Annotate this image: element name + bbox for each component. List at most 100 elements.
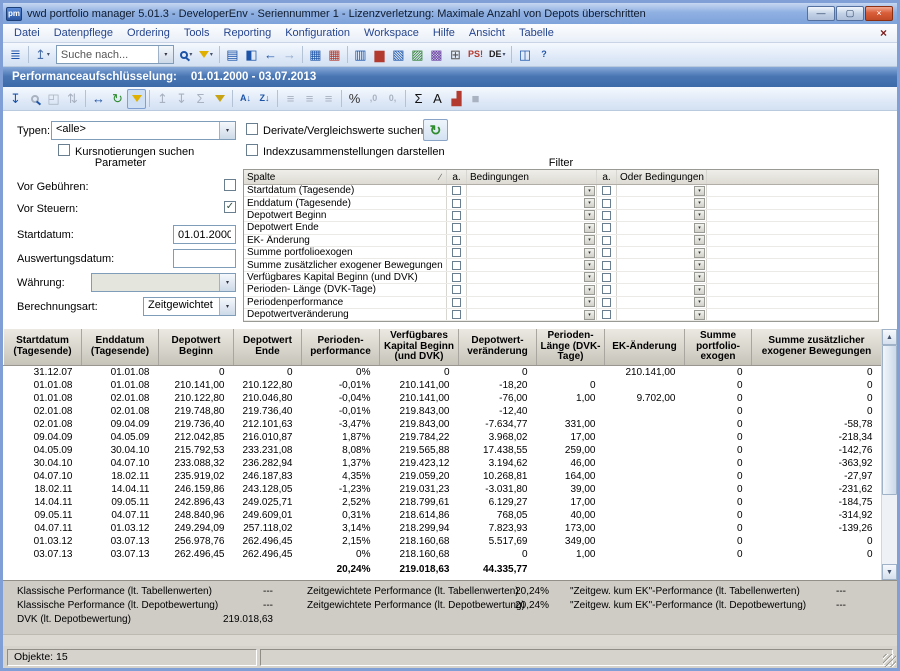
resize-grip-icon[interactable] — [883, 654, 896, 667]
filter-condition-select[interactable]: ▾ — [467, 247, 597, 258]
chevron-down-icon[interactable]: ▾ — [584, 272, 595, 282]
fit-column-width-icon[interactable]: ↔ — [89, 89, 108, 109]
filter-header-and1[interactable]: a. — [447, 170, 467, 184]
table-row[interactable]: 01.01.0801.01.08210.141,00210.122,80-0,0… — [4, 379, 882, 392]
search-icon[interactable]: ▾ — [177, 45, 196, 65]
filter-header-oder[interactable]: Oder Bedingungen — [617, 170, 707, 184]
filter-condition-select[interactable]: ▾ — [467, 272, 597, 283]
column-header-7[interactable]: Perioden-Länge (DVK-Tage) — [537, 329, 605, 365]
filter-or-checkbox[interactable] — [602, 223, 611, 232]
chevron-down-icon[interactable]: ▾ — [219, 298, 235, 315]
sum-icon[interactable]: Σ — [409, 89, 428, 109]
waehrung-select[interactable]: ▾ — [91, 273, 236, 292]
menu-reporting[interactable]: Reporting — [217, 25, 279, 41]
startdatum-input[interactable] — [173, 225, 236, 244]
filter-or-checkbox[interactable] — [602, 285, 611, 294]
vertical-scrollbar[interactable]: ▲ ▼ — [881, 329, 897, 580]
filter-header-and2[interactable]: a. — [597, 170, 617, 184]
sort-ascending-icon[interactable]: A↓ — [236, 89, 255, 109]
pin-view-icon[interactable]: ↥▾ — [32, 45, 53, 65]
filter-and-checkbox[interactable] — [452, 285, 461, 294]
table-row[interactable]: 09.04.0904.05.09212.042,85216.010,871,87… — [4, 431, 882, 444]
filter-and-checkbox[interactable] — [452, 223, 461, 232]
refresh-button[interactable]: ↻ — [423, 119, 448, 141]
filter-or-checkbox[interactable] — [602, 236, 611, 245]
font-icon[interactable]: A — [428, 89, 447, 109]
forward-icon[interactable]: → — [280, 45, 299, 65]
menu-ansicht[interactable]: Ansicht — [462, 25, 512, 41]
chevron-down-icon[interactable]: ▾ — [694, 223, 705, 233]
filter-or-condition-select[interactable]: ▾ — [617, 197, 707, 208]
table-edit-icon[interactable]: ▦ — [325, 45, 344, 65]
preview-icon[interactable]: ◫ — [515, 45, 534, 65]
derivate-checkbox[interactable] — [246, 123, 258, 135]
chevron-down-icon[interactable]: ▾ — [584, 297, 595, 307]
bar-chart-icon[interactable]: ▆ — [370, 45, 389, 65]
table-row[interactable]: 02.01.0802.01.08219.748,80219.736,40-0,0… — [4, 405, 882, 418]
calculator-icon[interactable]: ⊞ — [446, 45, 465, 65]
menu-konfiguration[interactable]: Konfiguration — [278, 25, 357, 41]
filter-condition-select[interactable]: ▾ — [467, 222, 597, 233]
filter-condition-select[interactable]: ▾ — [467, 197, 597, 208]
column-header-5[interactable]: Verfügbares Kapital Beginn (und DVK) — [380, 329, 459, 365]
filter-or-condition-select[interactable]: ▾ — [617, 222, 707, 233]
column-header-0[interactable]: Startdatum (Tagesende) — [4, 329, 82, 365]
table-row[interactable]: 01.03.1203.07.13256.978,76262.496,452,15… — [4, 535, 882, 548]
menu-tools[interactable]: Tools — [177, 25, 217, 41]
table-view-icon[interactable]: ▦ — [306, 45, 325, 65]
column-header-1[interactable]: Enddatum (Tagesende) — [82, 329, 159, 365]
column-header-10[interactable]: Summe zusätzlicher exogener Bewegungen — [752, 329, 882, 365]
menu-close-icon[interactable]: × — [874, 26, 893, 40]
filter-or-checkbox[interactable] — [602, 186, 611, 195]
chevron-down-icon[interactable]: ▾ — [694, 235, 705, 245]
column-header-6[interactable]: Depotwert-veränderung — [459, 329, 537, 365]
close-button[interactable]: × — [865, 6, 893, 21]
workspace-list-icon[interactable]: ≣ — [6, 45, 25, 65]
filter-or-checkbox[interactable] — [602, 261, 611, 270]
chevron-down-icon[interactable]: ▾ — [584, 260, 595, 270]
scrollbar-thumb[interactable] — [882, 345, 897, 495]
chevron-down-icon[interactable]: ▾ — [584, 210, 595, 220]
filter-condition-select[interactable]: ▾ — [467, 210, 597, 221]
filter-and-checkbox[interactable] — [452, 186, 461, 195]
chevron-down-icon[interactable]: ▾ — [219, 274, 235, 291]
percent-format-icon[interactable]: % — [345, 89, 364, 109]
table-row[interactable]: 04.05.0930.04.10215.792,53233.231,088,08… — [4, 444, 882, 457]
filter-or-condition-select[interactable]: ▾ — [617, 284, 707, 295]
table-row[interactable]: 02.01.0809.04.09219.736,40212.101,63-3,4… — [4, 418, 882, 431]
chevron-down-icon[interactable]: ▾ — [584, 310, 595, 320]
vor-gebuehren-checkbox[interactable] — [224, 179, 236, 191]
scroll-up-icon[interactable]: ▲ — [882, 329, 897, 345]
filter-or-checkbox[interactable] — [602, 273, 611, 282]
filter-or-condition-select[interactable]: ▾ — [617, 259, 707, 270]
filter-or-condition-select[interactable]: ▾ — [617, 309, 707, 320]
ps-icon[interactable]: PS! — [465, 45, 486, 65]
filter-or-checkbox[interactable] — [602, 211, 611, 220]
chevron-down-icon[interactable]: ▾ — [694, 260, 705, 270]
filter-or-condition-select[interactable]: ▾ — [617, 297, 707, 308]
filter-and-checkbox[interactable] — [452, 298, 461, 307]
column-header-3[interactable]: Depotwert Ende — [234, 329, 302, 365]
menu-ordering[interactable]: Ordering — [120, 25, 177, 41]
scrollbar-track[interactable] — [882, 345, 897, 564]
column-header-2[interactable]: Depotwert Beginn — [159, 329, 234, 365]
menu-tabelle[interactable]: Tabelle — [512, 25, 561, 41]
filter-or-condition-select[interactable]: ▾ — [617, 210, 707, 221]
filter-header-bedingungen[interactable]: Bedingungen — [467, 170, 597, 184]
typen-select[interactable]: <alle> ▾ — [51, 121, 236, 140]
chevron-down-icon[interactable]: ▾ — [694, 210, 705, 220]
chevron-down-icon[interactable]: ▾ — [584, 235, 595, 245]
maximize-button[interactable]: ▢ — [836, 6, 864, 21]
chevron-down-icon[interactable]: ▾ — [219, 122, 235, 139]
filter-or-condition-select[interactable]: ▾ — [617, 185, 707, 196]
berechnungsart-select[interactable]: Zeitgewichtet ▾ — [143, 297, 236, 316]
depot-icon[interactable]: ▧ — [389, 45, 408, 65]
filter-condition-select[interactable]: ▾ — [467, 309, 597, 320]
menu-hilfe[interactable]: Hilfe — [426, 25, 462, 41]
filter-condition-select[interactable]: ▾ — [467, 235, 597, 246]
filter-and-checkbox[interactable] — [452, 248, 461, 257]
scroll-down-icon[interactable]: ▼ — [882, 564, 897, 580]
table-row[interactable]: 03.07.1303.07.13262.496,45262.496,450%21… — [4, 548, 882, 561]
help-icon[interactable]: ? — [534, 45, 553, 65]
chevron-down-icon[interactable]: ▾ — [694, 272, 705, 282]
